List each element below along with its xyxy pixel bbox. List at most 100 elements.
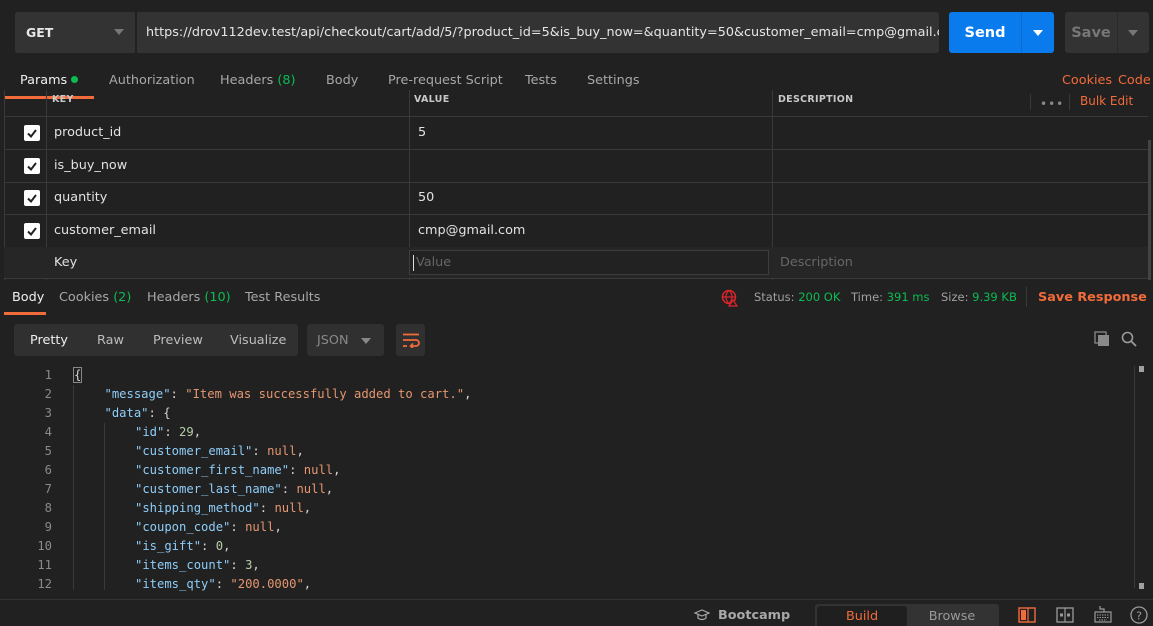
- code-token: null: [274, 501, 304, 515]
- code-token: "items_count": [135, 558, 231, 572]
- send-options-button[interactable]: [1021, 12, 1054, 53]
- editor-scrollbar-track[interactable]: [1134, 366, 1135, 588]
- help-icon[interactable]: ?: [1130, 606, 1148, 626]
- param-row: customer_email cmp@gmail.com: [4, 215, 1148, 248]
- code-token: :: [281, 482, 297, 496]
- search-icon[interactable]: [1121, 331, 1137, 350]
- code-token: "Item was successfully added to cart.": [185, 387, 465, 401]
- response-status: Status: 200 OK: [754, 290, 840, 304]
- method-select[interactable]: GET: [15, 12, 135, 53]
- params-scrollbar[interactable]: [1148, 140, 1151, 280]
- tab-label: Pre-request Script: [388, 73, 503, 88]
- param-key[interactable]: is_buy_now: [54, 158, 127, 173]
- divider: [1026, 287, 1027, 307]
- chevron-down-icon: [1128, 30, 1138, 36]
- code-token: :: [230, 558, 246, 572]
- code-token: ,: [464, 387, 472, 401]
- code-token: "customer_first_name": [135, 463, 290, 477]
- code-token: "coupon_code": [135, 520, 231, 534]
- code-link[interactable]: Code: [1118, 73, 1151, 88]
- code-token: 29: [179, 425, 194, 439]
- graduation-cap-icon: [693, 609, 711, 621]
- split-view-icon[interactable]: [1056, 607, 1074, 626]
- description-column-header: DESCRIPTION: [778, 94, 854, 105]
- new-param-row: Key Value Description: [4, 247, 1148, 279]
- code-token: ,: [252, 558, 260, 572]
- param-enabled-checkbox[interactable]: [24, 223, 40, 239]
- copy-icon[interactable]: [1094, 331, 1110, 350]
- param-enabled-checkbox[interactable]: [24, 158, 40, 174]
- response-tab-cookies[interactable]: Cookies (2): [59, 290, 131, 305]
- param-value[interactable]: cmp@gmail.com: [418, 223, 525, 238]
- response-time: Time: 391 ms: [851, 290, 930, 304]
- new-key-input[interactable]: Key: [54, 255, 77, 270]
- chevron-down-icon: [114, 29, 124, 35]
- divider: [1069, 94, 1070, 110]
- param-enabled-checkbox[interactable]: [24, 190, 40, 206]
- code-text: "customer_first_name": null,: [135, 463, 340, 477]
- param-key[interactable]: quantity: [54, 190, 107, 205]
- param-key[interactable]: customer_email: [54, 223, 156, 238]
- save-options-button[interactable]: [1117, 12, 1149, 53]
- response-tab-headers[interactable]: Headers (10): [147, 290, 231, 305]
- line-number: 8: [44, 501, 52, 515]
- two-pane-view-icon[interactable]: [1018, 607, 1036, 626]
- time-label: Time:: [851, 290, 884, 304]
- code-text: "message": "Item was successfully added …: [105, 387, 472, 401]
- param-row: product_id 5: [4, 117, 1148, 150]
- code-text: "customer_email": null,: [135, 444, 304, 458]
- response-size: Size: 9.39 KB: [941, 290, 1017, 304]
- tab-body[interactable]: Body: [326, 73, 358, 91]
- line-number: 4: [44, 425, 52, 439]
- line-number: 10: [37, 539, 52, 553]
- code-token: :: [164, 425, 180, 439]
- bootcamp-button[interactable]: Bootcamp: [693, 608, 790, 623]
- value-placeholder: Value: [416, 255, 452, 270]
- param-key[interactable]: product_id: [54, 125, 121, 140]
- code-token: :: [289, 463, 304, 477]
- more-options-icon[interactable]: •••: [1040, 97, 1064, 111]
- code-token: :: [230, 520, 246, 534]
- param-value[interactable]: 50: [418, 190, 434, 205]
- browse-toggle[interactable]: Browse: [907, 606, 997, 626]
- scroll-up-marker[interactable]: [1139, 366, 1144, 372]
- tab-tests[interactable]: Tests: [525, 73, 557, 91]
- indent-guide: [104, 423, 105, 590]
- keyboard-shortcuts-icon[interactable]: [1094, 605, 1112, 626]
- format-label: JSON: [317, 333, 349, 348]
- scroll-down-marker[interactable]: [1139, 583, 1144, 589]
- save-button[interactable]: Save: [1065, 12, 1117, 53]
- code-token: null: [296, 482, 326, 496]
- tab-count: (10): [204, 290, 231, 305]
- wrap-lines-button[interactable]: [396, 324, 425, 356]
- view-mode-group: Pretty Raw Preview Visualize: [14, 324, 298, 356]
- format-select[interactable]: JSON: [307, 324, 384, 356]
- param-value[interactable]: 5: [418, 125, 426, 140]
- view-preview-button[interactable]: Preview: [153, 333, 203, 348]
- bulk-edit-link[interactable]: Bulk Edit: [1080, 94, 1133, 108]
- cookies-link[interactable]: Cookies: [1062, 73, 1112, 88]
- code-token: ,: [333, 463, 341, 477]
- new-value-input[interactable]: Value: [409, 250, 769, 275]
- tab-authorization[interactable]: Authorization: [109, 73, 195, 91]
- send-button[interactable]: Send: [949, 12, 1021, 53]
- response-body-editor[interactable]: 1 {2 "message": "Item was successfully add…: [0, 364, 1140, 594]
- build-toggle[interactable]: Build: [817, 606, 907, 626]
- network-warning-icon[interactable]: [721, 289, 739, 310]
- param-enabled-checkbox[interactable]: [24, 125, 40, 141]
- tab-label: Authorization: [109, 73, 195, 88]
- new-description-input[interactable]: Description: [780, 255, 853, 270]
- view-visualize-button[interactable]: Visualize: [230, 333, 286, 348]
- save-response-button[interactable]: Save Response: [1038, 290, 1153, 305]
- tab-settings[interactable]: Settings: [587, 73, 640, 91]
- tab-pre-request-script[interactable]: Pre-request Script: [388, 73, 503, 91]
- code-token: null: [245, 520, 275, 534]
- tab-headers[interactable]: Headers (8): [220, 73, 295, 91]
- view-pretty-button[interactable]: Pretty: [30, 333, 68, 348]
- response-tab-test-results[interactable]: Test Results: [245, 290, 320, 305]
- view-raw-button[interactable]: Raw: [97, 333, 124, 348]
- response-tab-body[interactable]: Body: [12, 290, 44, 305]
- tab-label: Params: [20, 73, 68, 88]
- tab-params[interactable]: Params: [20, 73, 79, 91]
- url-input[interactable]: https://drov112dev.test/api/checkout/car…: [137, 12, 939, 53]
